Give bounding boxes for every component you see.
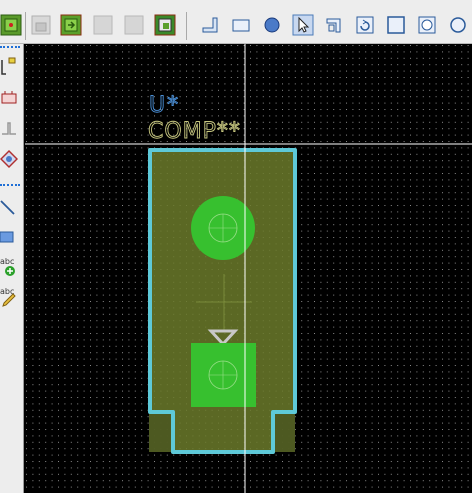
rect-pad-icon[interactable] xyxy=(230,14,252,36)
export-board-icon[interactable] xyxy=(154,14,176,36)
add-text-icon[interactable]: abc xyxy=(0,256,18,278)
board-arrow-icon[interactable] xyxy=(60,14,82,36)
top-toolbar xyxy=(0,0,472,44)
edit-text-icon[interactable]: abc xyxy=(0,286,18,308)
circle-pad-icon[interactable] xyxy=(261,14,283,36)
round-pad-icon[interactable] xyxy=(447,14,469,36)
rotate-icon[interactable] xyxy=(354,14,376,36)
footprint-canvas[interactable]: U* COMP** xyxy=(25,44,472,493)
corner-icon[interactable] xyxy=(323,14,345,36)
disabled-save-icon[interactable] xyxy=(30,14,52,36)
line-icon[interactable] xyxy=(0,196,18,218)
add-text-label: abc xyxy=(0,257,14,266)
square-outline-icon[interactable] xyxy=(385,14,407,36)
cursor-pin-icon[interactable] xyxy=(0,56,18,78)
pin-icon[interactable] xyxy=(0,118,18,140)
pad-circle-square-icon[interactable] xyxy=(416,14,438,36)
square-pad[interactable] xyxy=(191,343,256,407)
reference-text[interactable]: U* xyxy=(149,93,180,119)
left-toolbar: abc abc xyxy=(0,44,24,493)
value-text[interactable]: COMP** xyxy=(148,119,241,145)
disabled-blank-icon[interactable] xyxy=(123,14,145,36)
component-icon[interactable] xyxy=(0,88,18,110)
pad-anchor-icon[interactable] xyxy=(199,14,221,36)
select-arrow-icon[interactable] xyxy=(292,14,314,36)
rectangle-icon[interactable] xyxy=(0,226,18,248)
diamond-pad-icon[interactable] xyxy=(0,148,18,170)
disabled-blank-icon[interactable] xyxy=(92,14,114,36)
board-green-icon[interactable] xyxy=(0,14,22,36)
